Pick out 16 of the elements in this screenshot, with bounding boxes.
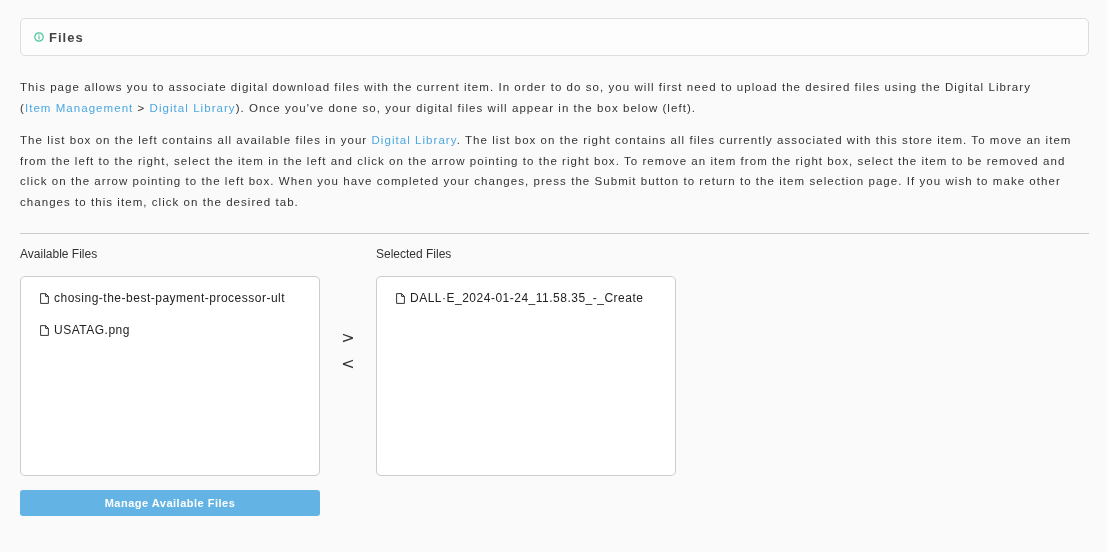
panel-title: Files: [49, 29, 84, 45]
file-item[interactable]: USATAG.png: [40, 322, 319, 338]
description-text: The list box on the left contains all available files in your Digital Library. The list box on the right contains all files currently associated with this store item. To move an item from the left to the right, select the item in the left and click on the arrow pointing to the right box. To remove an item from the right box, select the item to be removed and click on the arrow pointing to the left box. When you have completed your changes, press the Submit button to return to the item selection page. If you wish to make other changes to this item, click on the desired tab.: [20, 133, 1073, 210]
file-item[interactable]: DALL·E_2024-01-24_11.58.35_-_Create: [396, 290, 675, 306]
description-text: This page allows you to associate digital download files with the current item. In order to do so, you will first need to upload the desired files using the Digital Library (Item Management > Digital Library). Once you've done so, your digital files will appear in the box below (left).: [20, 80, 1032, 116]
move-button[interactable]: <: [337, 353, 359, 375]
file-icon: [40, 292, 49, 304]
selected-files-list[interactable]: DALL·E_2024-01-24_11.58.35_-_Create: [376, 276, 676, 476]
available-files-list[interactable]: chosing-the-best-payment-processor-ult USATAG.png: [20, 276, 320, 476]
info-icon: [34, 32, 44, 42]
file-icon: [40, 324, 49, 336]
list-label: Available Files: [20, 247, 99, 263]
file-item[interactable]: chosing-the-best-payment-processor-ult: [40, 290, 319, 306]
move-button[interactable]: >: [337, 327, 359, 349]
file-icon: [396, 292, 405, 304]
list-label: Selected Files: [376, 247, 453, 263]
